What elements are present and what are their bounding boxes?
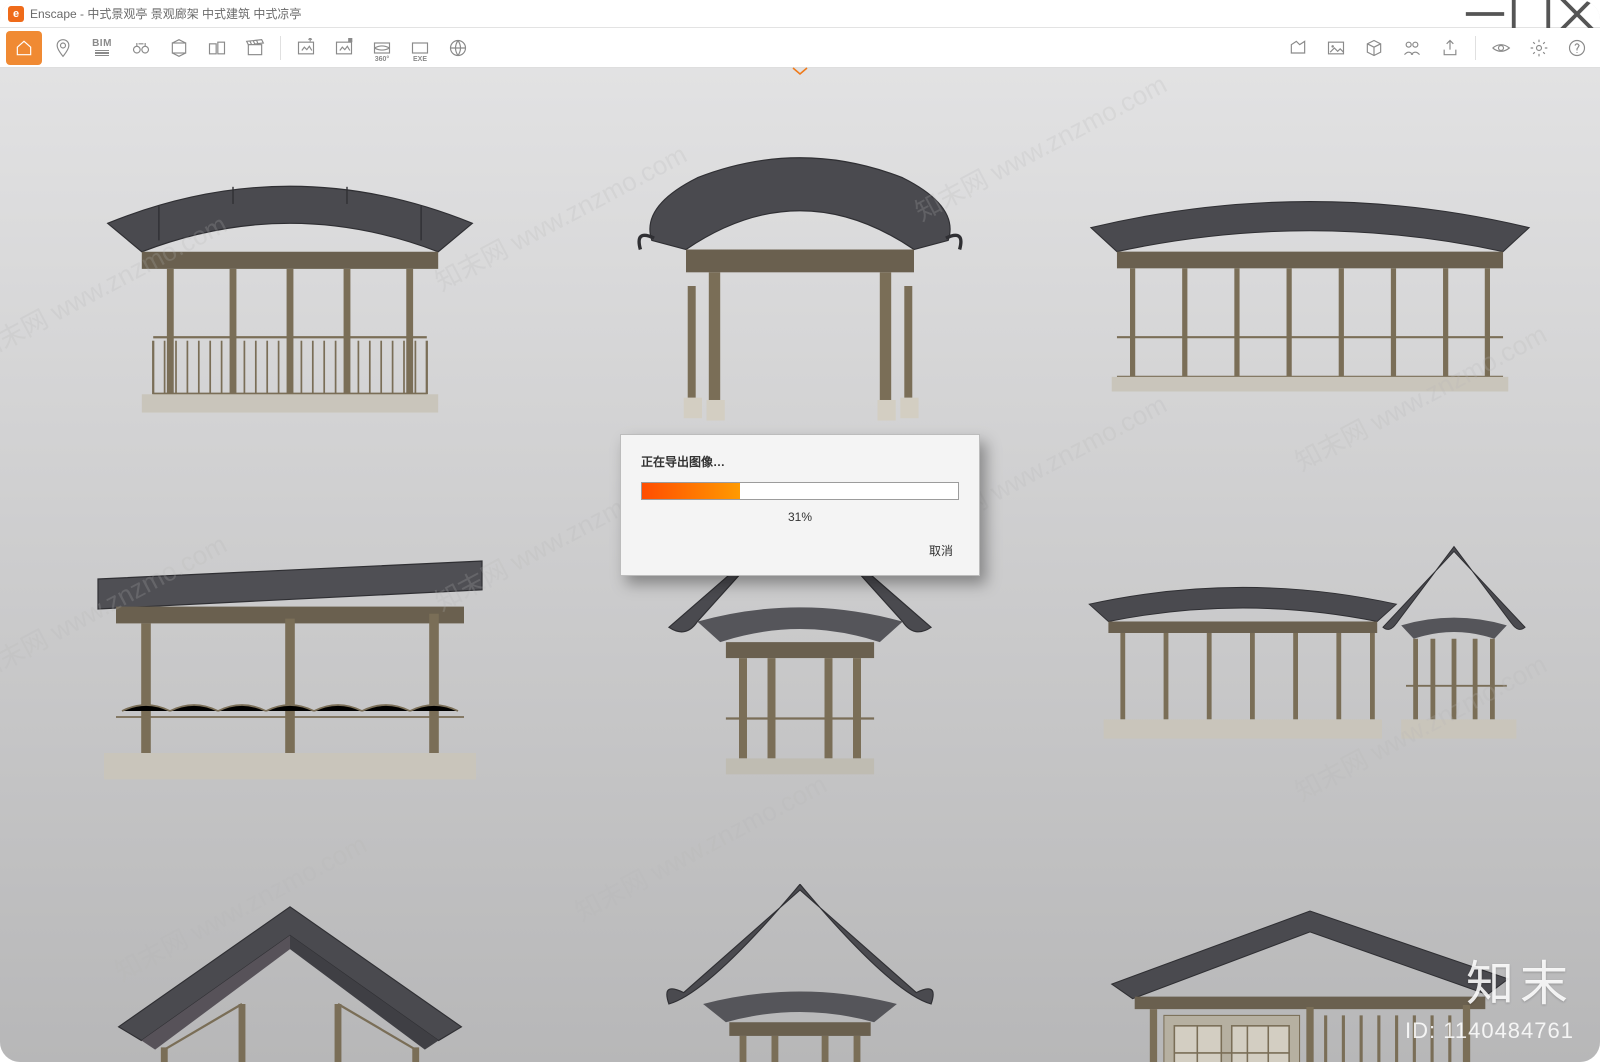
help-button[interactable] xyxy=(1560,32,1594,64)
pavilion-model xyxy=(560,814,1040,1062)
binoculars-button[interactable] xyxy=(124,32,158,64)
watermark-brand: 知末 xyxy=(1466,944,1574,1014)
document-title: 中式景观亭 景观廊架 中式建筑 中式凉亭 xyxy=(87,7,301,21)
application-window: e Enscape - 中式景观亭 景观廊架 中式建筑 中式凉亭 xyxy=(0,0,1600,1062)
home-button[interactable] xyxy=(6,31,42,65)
perspective-view-button[interactable] xyxy=(162,32,196,64)
title-bar[interactable]: e Enscape - 中式景观亭 景观廊架 中式建筑 中式凉亭 xyxy=(0,0,1600,28)
window-controls xyxy=(1462,0,1600,27)
clapperboard-button[interactable] xyxy=(238,32,272,64)
maximize-button[interactable] xyxy=(1508,0,1554,27)
site-context-button[interactable] xyxy=(1281,32,1315,64)
app-name: Enscape xyxy=(30,7,77,21)
pavilion-model xyxy=(560,98,1040,434)
watermark-id: ID: 1140484761 xyxy=(1405,1018,1574,1044)
pavilion-model xyxy=(1070,98,1550,434)
upload-button[interactable] xyxy=(1433,32,1467,64)
web-export-button[interactable] xyxy=(441,32,475,64)
progress-percent-label: 31% xyxy=(641,510,959,524)
close-button[interactable] xyxy=(1554,0,1600,27)
settings-gear-button[interactable] xyxy=(1522,32,1556,64)
location-pin-button[interactable] xyxy=(46,32,80,64)
material-cube-button[interactable] xyxy=(1357,32,1391,64)
dialog-title: 正在导出图像… xyxy=(641,453,959,470)
pavilion-model xyxy=(50,444,530,804)
exe-export-button[interactable]: EXE xyxy=(403,32,437,64)
bim-menu-button[interactable]: BIM xyxy=(84,32,120,64)
screenshot-export-button[interactable] xyxy=(289,32,323,64)
batch-export-button[interactable] xyxy=(327,32,361,64)
cancel-button[interactable]: 取消 xyxy=(923,538,959,563)
reveal-panel-chevron-icon[interactable] xyxy=(786,66,814,76)
panorama-360-button[interactable]: 360° xyxy=(365,32,399,64)
enscape-logo-icon: e xyxy=(8,6,24,22)
render-viewport[interactable]: 知末网 www.znzmo.com 知末网 www.znzmo.com 知末网 … xyxy=(0,68,1600,1062)
toolbar: BIM xyxy=(0,28,1600,68)
pavilion-model xyxy=(50,98,530,434)
two-point-view-button[interactable] xyxy=(200,32,234,64)
window-title: Enscape - 中式景观亭 景观廊架 中式建筑 中式凉亭 xyxy=(30,5,301,22)
minimize-button[interactable] xyxy=(1462,0,1508,27)
pavilion-model xyxy=(1070,444,1550,804)
progress-bar xyxy=(641,482,959,500)
collaborate-button[interactable] xyxy=(1395,32,1429,64)
export-progress-dialog: 正在导出图像… 31% 取消 xyxy=(620,434,980,576)
progress-fill xyxy=(642,483,740,499)
visual-settings-button[interactable] xyxy=(1484,32,1518,64)
asset-library-button[interactable] xyxy=(1319,32,1353,64)
pavilion-model xyxy=(50,814,530,1062)
